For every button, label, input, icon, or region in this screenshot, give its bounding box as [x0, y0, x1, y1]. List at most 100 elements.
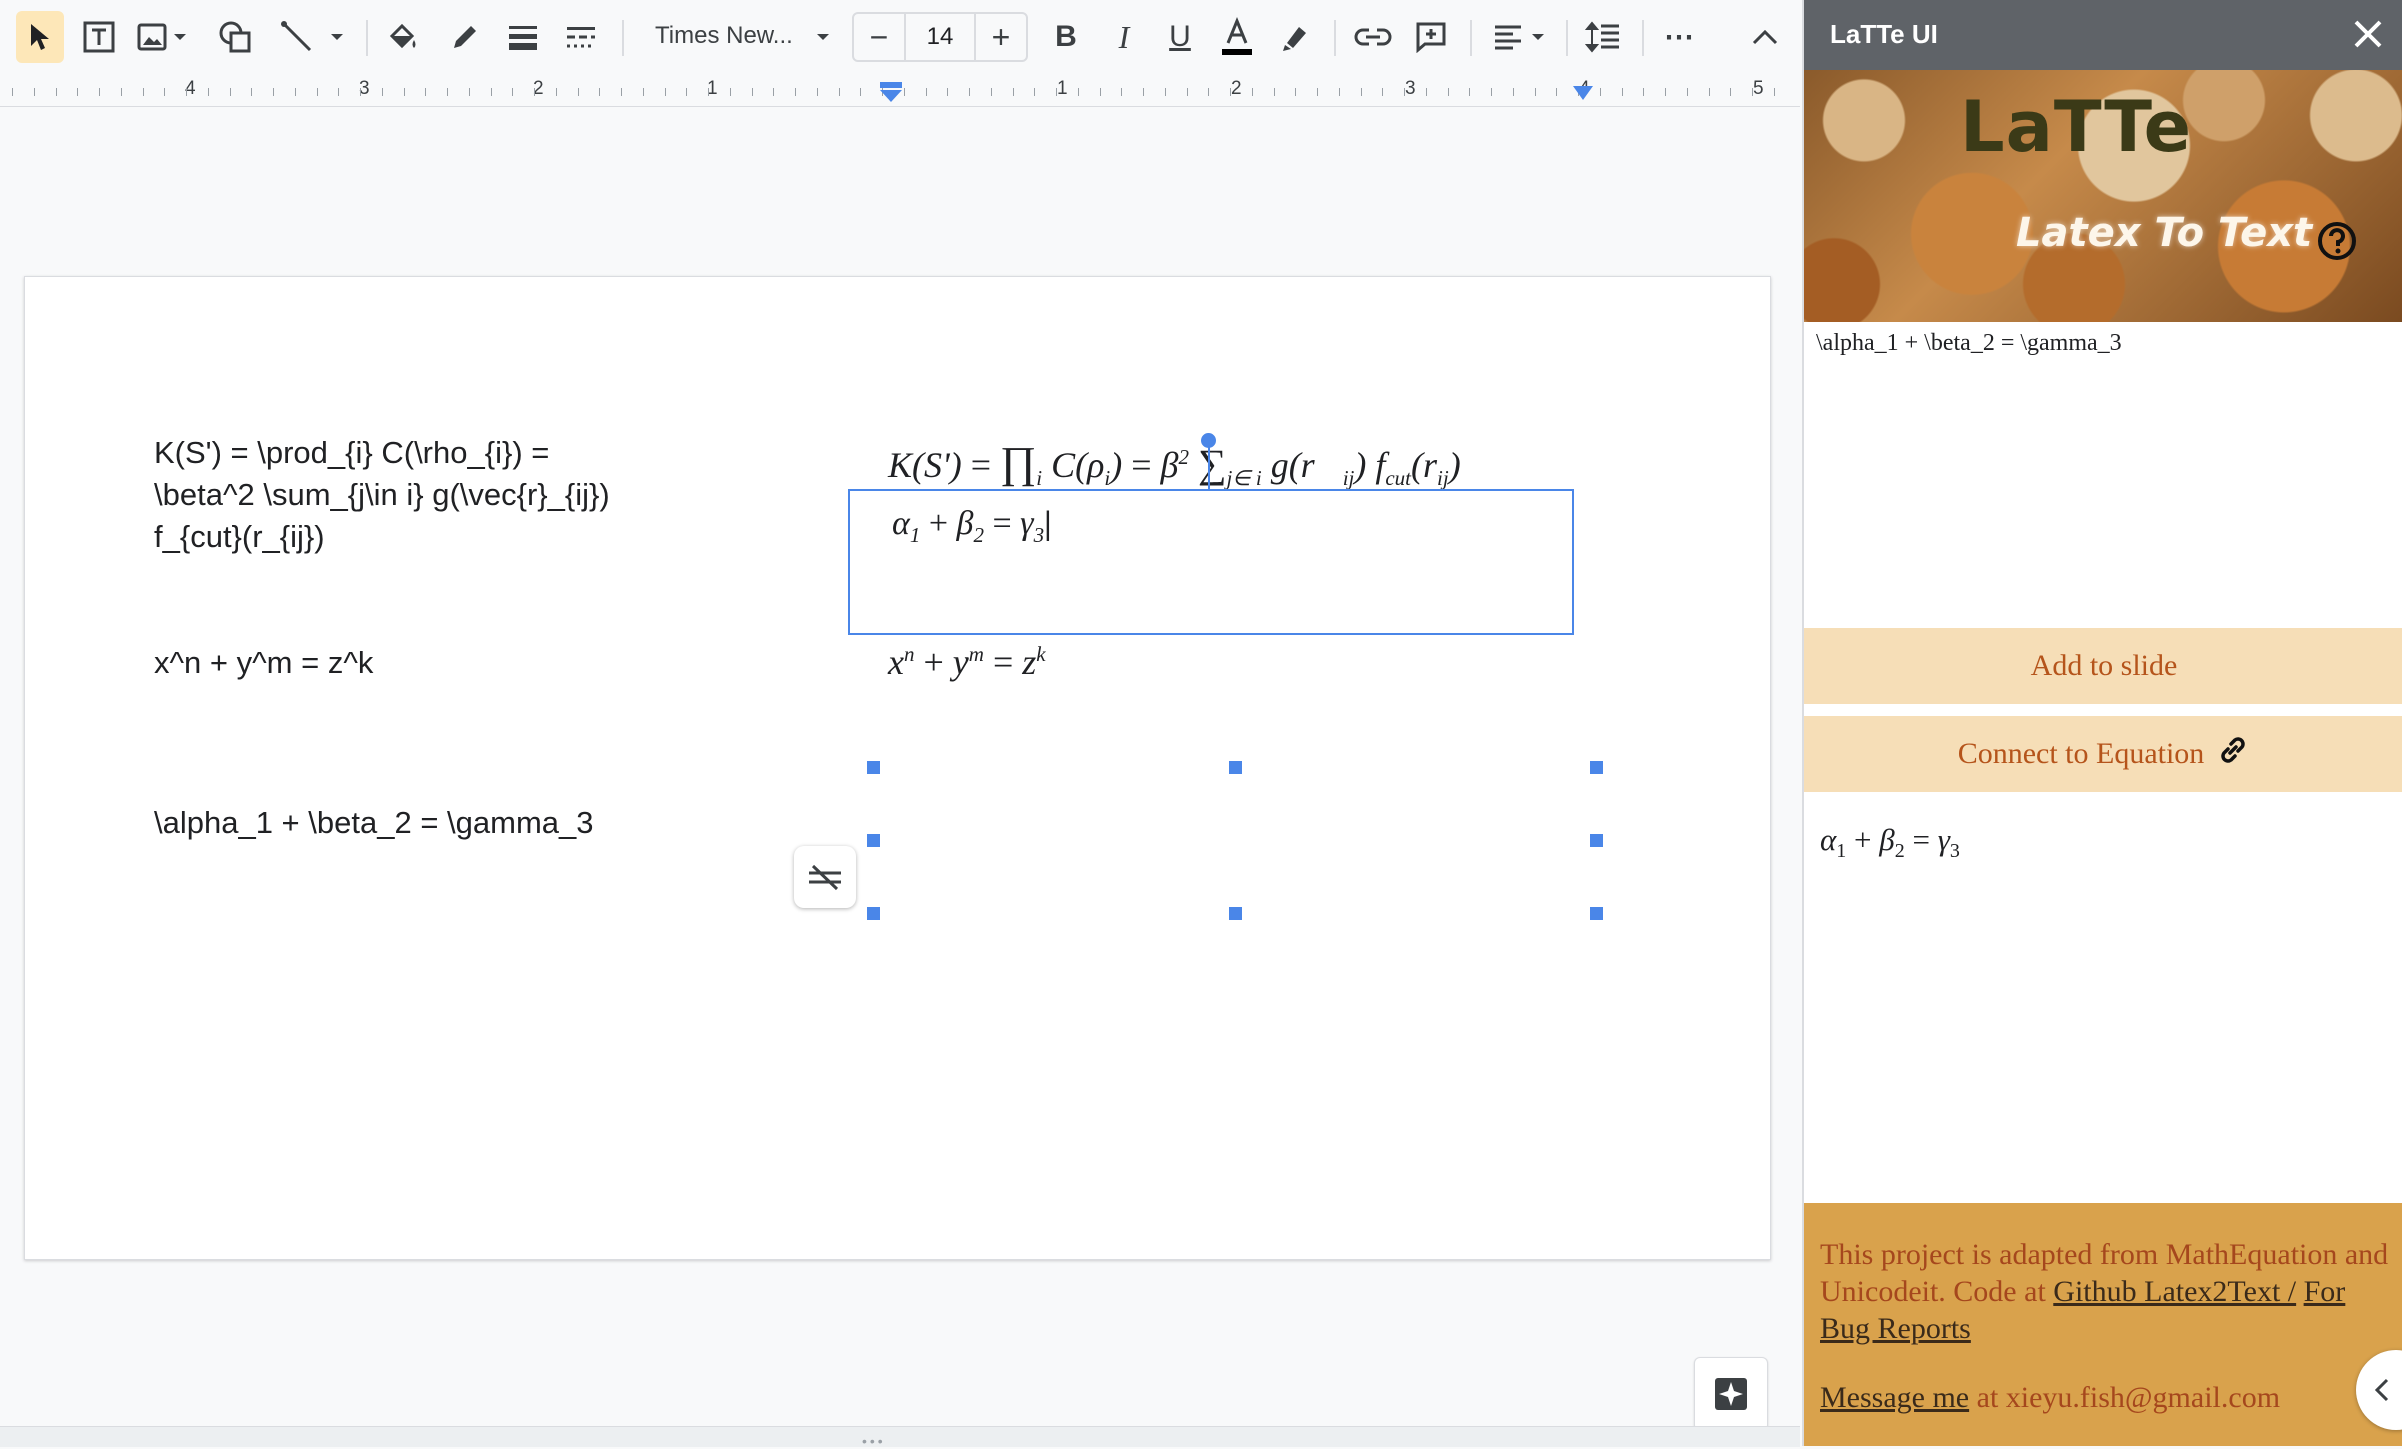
latex-input[interactable] [1816, 330, 2392, 620]
text-color-button[interactable] [1214, 11, 1260, 63]
resize-handle-n[interactable] [1229, 761, 1242, 774]
bold-button[interactable]: B [1044, 11, 1088, 63]
shape-button[interactable] [212, 11, 258, 63]
ruler-tick [491, 88, 492, 96]
unlink-equation-button[interactable] [794, 846, 856, 908]
latex-source-2[interactable]: x^n + y^m = z^k [154, 642, 373, 684]
ruler-tick [1274, 88, 1275, 96]
increase-font-size-button[interactable]: + [976, 19, 1026, 56]
rendered-equation-3[interactable]: α1 + β2 = γ3| [892, 505, 1052, 548]
footer-contact: Message me at xieyu.fish@gmail.com [1820, 1379, 2390, 1416]
fill-color-button[interactable] [380, 11, 426, 63]
font-family-value: Times New... [655, 22, 793, 49]
github-link[interactable]: Github Latex2Text / [2053, 1275, 2296, 1308]
chevron-up-icon [1752, 29, 1778, 45]
decrease-font-size-button[interactable]: − [854, 19, 904, 56]
ruler-tick [860, 88, 861, 96]
horizontal-ruler[interactable]: 4 3 2 1 1 2 3 4 5 [0, 76, 1800, 107]
resize-handle-nw[interactable] [867, 761, 880, 774]
close-panel-button[interactable] [2350, 16, 2386, 57]
ruler-tick [1143, 88, 1144, 96]
font-size-input[interactable]: 14 [904, 14, 976, 60]
connect-to-equation-button[interactable]: Connect to Equation [1804, 716, 2402, 792]
align-left-icon [1495, 25, 1521, 50]
border-weight-button[interactable] [500, 11, 546, 63]
ruler-tick [1513, 88, 1514, 96]
text-box-button[interactable] [76, 11, 122, 63]
insert-image-button[interactable] [132, 11, 192, 63]
ruler-tick [1252, 88, 1253, 96]
link-icon [2221, 737, 2246, 763]
speaker-notes-drag-bar[interactable]: ••• [0, 1426, 1800, 1449]
rendered-equation-1[interactable]: K(S') = ∏i C(ρi) = β2 ∑j∈ i g(r⃗ij) fcut… [888, 437, 1461, 491]
resize-handle-e[interactable] [1590, 834, 1603, 847]
border-color-button[interactable] [442, 11, 488, 63]
insert-link-button[interactable] [1350, 11, 1396, 63]
line-button[interactable] [272, 11, 352, 63]
ruler-tick [665, 88, 666, 96]
close-icon [2354, 20, 2382, 48]
message-me-link[interactable]: Message me [1820, 1381, 1969, 1414]
resize-handle-sw[interactable] [867, 907, 880, 920]
font-family-select[interactable]: Times New... [655, 22, 793, 50]
latex-source-3[interactable]: \alpha_1 + \beta_2 = \gamma_3 [154, 802, 594, 844]
ruler-tick [1056, 88, 1057, 96]
underline-button[interactable]: U [1158, 11, 1202, 63]
selected-equation-textbox[interactable]: α1 + β2 = γ3| [848, 489, 1574, 635]
latex-source-1[interactable]: K(S') = \prod_{i} C(\rho_{i}) = \beta^2 … [154, 432, 610, 558]
add-comment-button[interactable] [1408, 11, 1454, 63]
toolbar-divider [1334, 20, 1336, 56]
ruler-tick [186, 88, 187, 96]
italic-button[interactable]: I [1102, 11, 1146, 63]
chevron-left-icon [2374, 1378, 2389, 1402]
panel-title: LaTTe UI [1830, 19, 1938, 49]
ruler-tick [1361, 88, 1362, 96]
resize-handle-ne[interactable] [1590, 761, 1603, 774]
toolbar: Times New... − 14 + B I U ⋯ [0, 0, 1800, 74]
resize-handle-s[interactable] [1229, 907, 1242, 920]
ruler-tick [839, 88, 840, 96]
line-dash-icon [567, 27, 595, 48]
ruler-tick [1404, 88, 1405, 96]
explore-button[interactable] [1694, 1357, 1768, 1431]
ruler-tick [382, 88, 383, 96]
more-options-button[interactable]: ⋯ [1656, 11, 1702, 63]
resize-handle-w[interactable] [867, 834, 880, 847]
font-family-dropdown[interactable] [808, 11, 838, 63]
ruler-tick [947, 88, 948, 96]
banner-subtitle: Latex To Text [2016, 210, 2313, 256]
line-spacing-button[interactable] [1580, 11, 1626, 63]
ruler-tick [599, 88, 600, 96]
ruler-tick [12, 88, 13, 96]
line-weight-icon [509, 26, 537, 50]
add-to-slide-button[interactable]: Add to slide [1804, 628, 2402, 704]
explore-sparkle-icon [1715, 1378, 1747, 1410]
select-tool-button[interactable] [16, 11, 64, 63]
align-button[interactable] [1484, 11, 1554, 63]
toolbar-divider [1642, 20, 1644, 56]
ruler-tick [1295, 88, 1296, 96]
ruler-label: 1 [1057, 78, 1068, 99]
not-equal-icon [809, 864, 841, 891]
add-to-slide-label: Add to slide [2030, 649, 2178, 682]
ruler-tick [904, 88, 905, 96]
text-color-icon [1222, 17, 1252, 55]
footer-credits: This project is adapted from MathEquatio… [1820, 1236, 2390, 1347]
ruler-tick [969, 88, 970, 96]
ruler-tick [317, 88, 318, 96]
rotate-handle[interactable] [1201, 433, 1216, 448]
left-indent-marker-icon[interactable] [878, 80, 904, 104]
help-button[interactable] [2316, 220, 2358, 267]
highlight-color-button[interactable] [1272, 11, 1318, 63]
ruler-tick [143, 88, 144, 96]
slide-canvas[interactable]: K(S') = \prod_{i} C(\rho_{i}) = \beta^2 … [24, 276, 1771, 1260]
resize-handle-se[interactable] [1590, 907, 1603, 920]
collapse-toolbar-button[interactable] [1742, 11, 1788, 63]
ruler-tick [447, 88, 448, 96]
border-dash-button[interactable] [558, 11, 604, 63]
ruler-tick [208, 88, 209, 96]
right-indent-marker-icon[interactable] [1572, 84, 1594, 102]
rendered-equation-2[interactable]: xn + ym = zk [888, 641, 1046, 683]
image-icon [137, 23, 167, 51]
latte-banner-image: LaTTe Latex To Text [1804, 70, 2402, 322]
